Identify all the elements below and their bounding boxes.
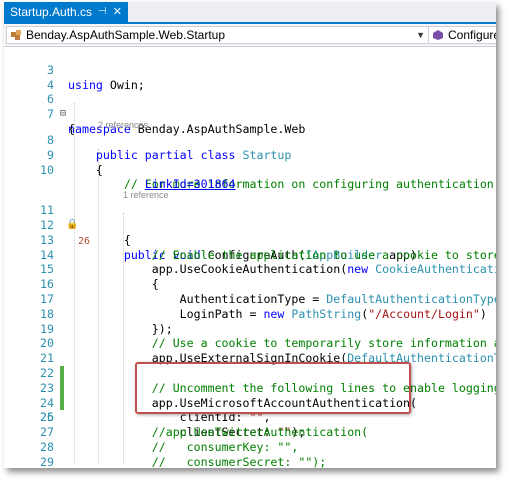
chevron-down-icon: ▼ bbox=[416, 30, 425, 40]
code-line[interactable]: 8 public partial class Startup bbox=[4, 118, 496, 162]
code-line[interactable]: 21 bbox=[4, 336, 496, 365]
line-number: 27 bbox=[40, 425, 54, 440]
code-line[interactable]: 19 // Use a cookie to temporarily store … bbox=[4, 307, 496, 351]
member-dropdown-label: Configure bbox=[448, 28, 496, 42]
code-line[interactable]: 15 { bbox=[4, 248, 496, 291]
code-line[interactable]: 4 bbox=[4, 63, 496, 92]
code-line[interactable]: 6 ⊟ namespace Benday.AspAuthSample.Web bbox=[4, 78, 496, 136]
pin-icon[interactable]: ⊣ bbox=[98, 2, 107, 22]
line-number: 26 bbox=[40, 410, 54, 425]
document-tab-strip: Startup.Auth.cs ⊣ ✕ bbox=[4, 2, 496, 24]
code-line[interactable]: 12 { bbox=[4, 203, 496, 247]
code-line[interactable]: 11 🔒 26 public void ConfigureAuth(IAppBu… bbox=[4, 188, 496, 261]
code-line[interactable]: 13 // Enable the application to use a co… bbox=[4, 218, 496, 262]
code-text: // consumerSecret: ""); bbox=[151, 454, 327, 468]
code-line[interactable]: 10 // For more information on configurin… bbox=[4, 148, 496, 192]
code-line[interactable]: 27 //app.UseTwitterAuthentication( bbox=[4, 425, 496, 440]
code-text: // consumerKey: "", bbox=[151, 440, 299, 454]
code-line[interactable]: 16 AuthenticationType = DefaultAuthentic… bbox=[4, 262, 496, 306]
class-icon bbox=[11, 30, 21, 40]
tab-title: Startup.Auth.cs bbox=[10, 5, 93, 19]
code-text: //app.UseTwitterAuthentication( bbox=[151, 425, 369, 440]
close-icon[interactable]: ✕ bbox=[113, 2, 122, 22]
code-line[interactable]: 28 // consumerKey: "", bbox=[4, 440, 496, 455]
type-dropdown[interactable]: Benday.AspAuthSample.Web.Startup ▼ bbox=[6, 26, 430, 44]
code-line[interactable]: 3 using Owin; bbox=[4, 48, 496, 92]
type-dropdown-label: Benday.AspAuthSample.Web.Startup bbox=[26, 28, 226, 42]
member-dropdown[interactable]: Configure bbox=[428, 26, 496, 44]
code-line[interactable]: 14 app.UseCookieAuthentication(new Cooki… bbox=[4, 233, 496, 277]
code-line[interactable]: 18 }); bbox=[4, 292, 496, 336]
highlight-annotation bbox=[135, 362, 411, 415]
code-line[interactable]: LinkId=301864 bbox=[4, 163, 496, 191]
line-number: 28 bbox=[40, 440, 54, 454]
code-line[interactable]: 29 // consumerSecret: ""); bbox=[4, 455, 496, 468]
code-line[interactable]: 7 { bbox=[4, 92, 496, 136]
code-line[interactable]: 17 LoginPath = new PathString("/Account/… bbox=[4, 277, 496, 321]
code-line[interactable]: 9 { bbox=[4, 133, 496, 177]
method-icon bbox=[433, 30, 443, 40]
code-line[interactable]: 20 app.UseExternalSignInCookie(DefaultAu… bbox=[4, 322, 496, 365]
navigation-bar: Benday.AspAuthSample.Web.Startup ▼ Confi… bbox=[4, 24, 496, 47]
document-tab[interactable]: Startup.Auth.cs ⊣ ✕ bbox=[4, 2, 128, 22]
line-number: 29 bbox=[40, 454, 54, 468]
